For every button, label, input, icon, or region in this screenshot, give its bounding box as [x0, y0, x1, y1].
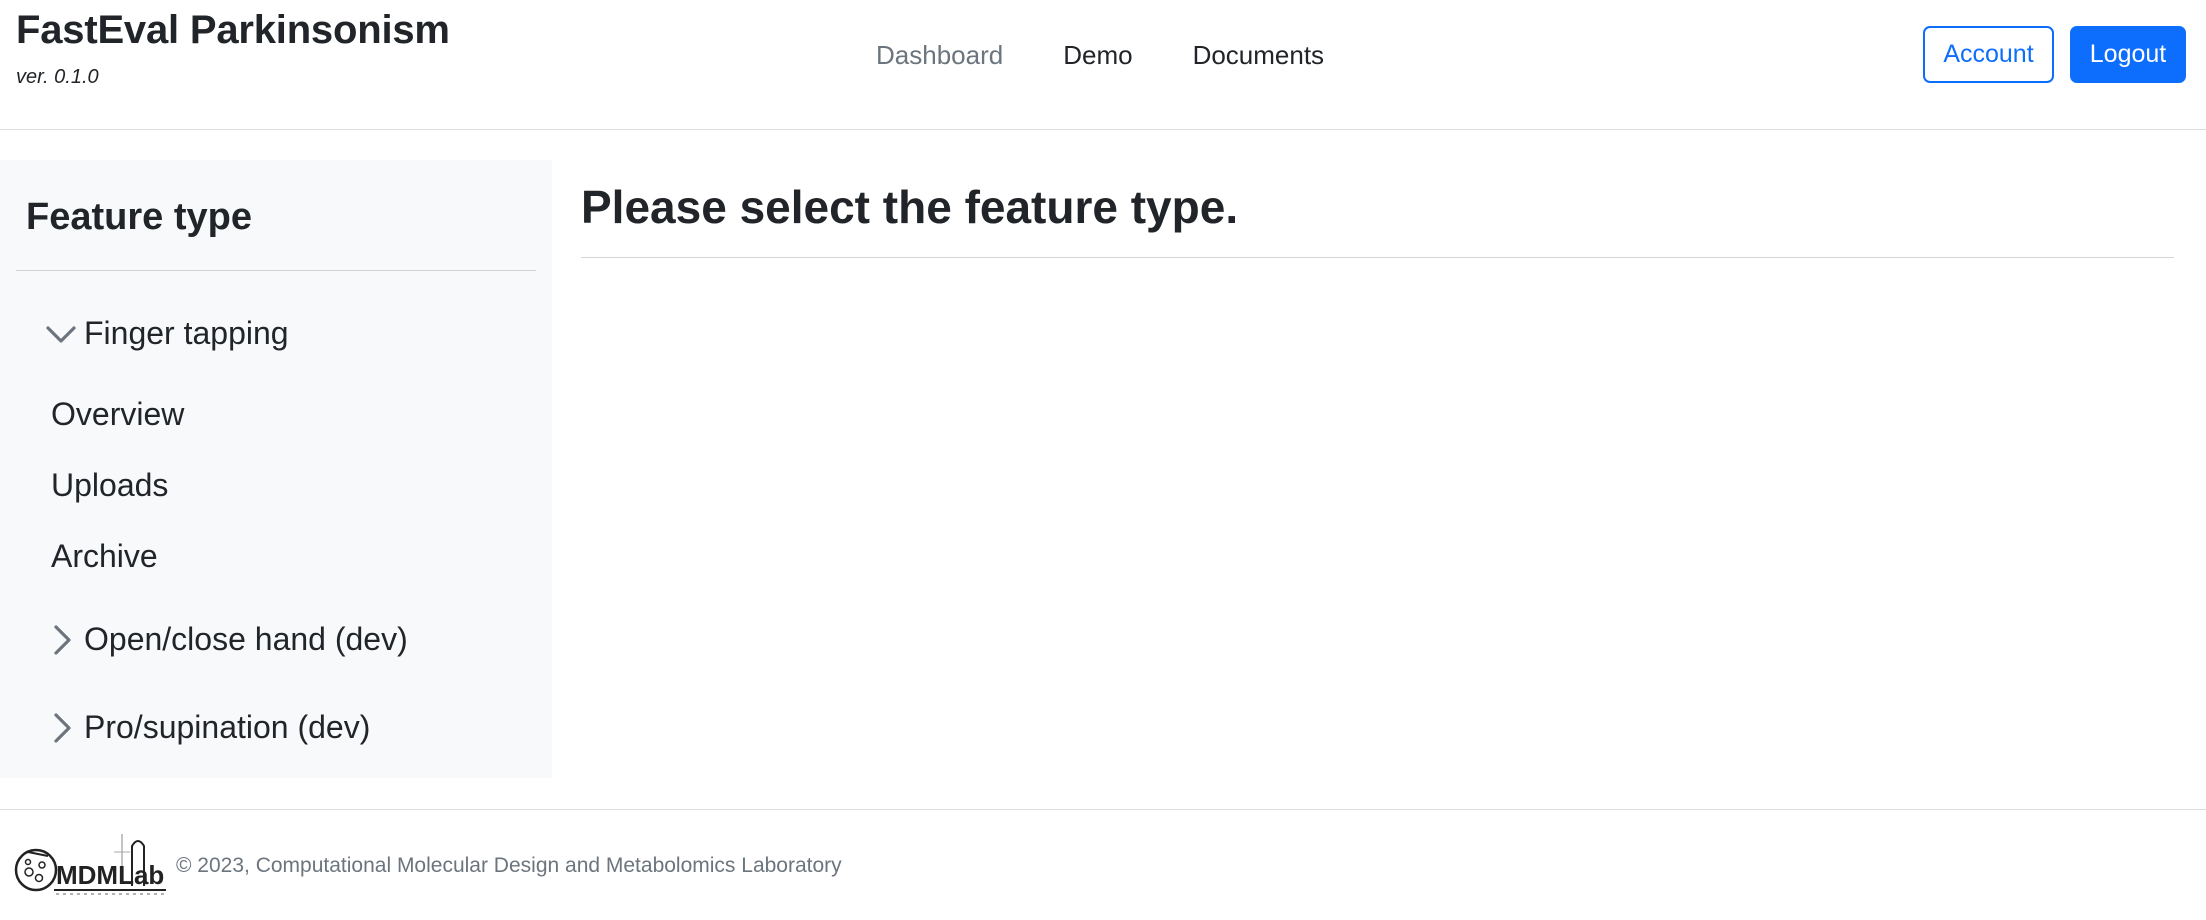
copyright-text: © 2023, Computational Molecular Design a…	[176, 854, 842, 877]
nav-link-dashboard[interactable]: Dashboard	[876, 36, 1003, 74]
sidebar-group-label: Open/close hand (dev)	[84, 621, 408, 657]
sidebar-item-archive[interactable]: Archive	[51, 538, 158, 575]
sidebar-group-label: Pro/supination (dev)	[84, 709, 371, 745]
top-navbar: FastEval Parkinsonism ver. 0.1.0 Dashboa…	[0, 0, 2206, 130]
chevron-right-icon	[44, 711, 78, 745]
main-nav: Dashboard Demo Documents	[876, 36, 1384, 74]
sidebar-group-label: Finger tapping	[84, 315, 289, 351]
sidebar-group-pro-supination[interactable]: Pro/supination (dev)	[44, 709, 370, 746]
lab-logo-text: MDMLab	[56, 860, 164, 890]
chevron-down-icon	[44, 317, 78, 351]
nav-link-documents[interactable]: Documents	[1193, 36, 1325, 74]
page-title-divider	[581, 257, 2174, 258]
sidebar-divider	[16, 270, 536, 271]
sidebar-item-overview[interactable]: Overview	[51, 396, 184, 433]
sidebar-item-uploads[interactable]: Uploads	[51, 467, 168, 504]
chevron-right-icon	[44, 623, 78, 657]
brand[interactable]: FastEval Parkinsonism ver. 0.1.0	[16, 6, 450, 89]
lab-logo: MDMLab	[14, 832, 170, 900]
sidebar-heading: Feature type	[26, 196, 252, 238]
sidebar: Feature type Finger tapping Overview Upl…	[0, 160, 552, 778]
app-title[interactable]: FastEval Parkinsonism	[16, 6, 450, 54]
logout-button[interactable]: Logout	[2070, 26, 2186, 83]
sidebar-group-open-close-hand[interactable]: Open/close hand (dev)	[44, 621, 408, 658]
nav-link-demo[interactable]: Demo	[1063, 36, 1132, 74]
page-title: Please select the feature type.	[581, 181, 1239, 233]
auth-buttons: Account Logout	[1923, 26, 2186, 83]
sidebar-group-finger-tapping[interactable]: Finger tapping	[44, 315, 289, 352]
footer: MDMLab © 2023, Computational Molecular D…	[0, 809, 2206, 920]
account-button[interactable]: Account	[1923, 26, 2054, 83]
app-version: ver. 0.1.0	[16, 66, 99, 88]
